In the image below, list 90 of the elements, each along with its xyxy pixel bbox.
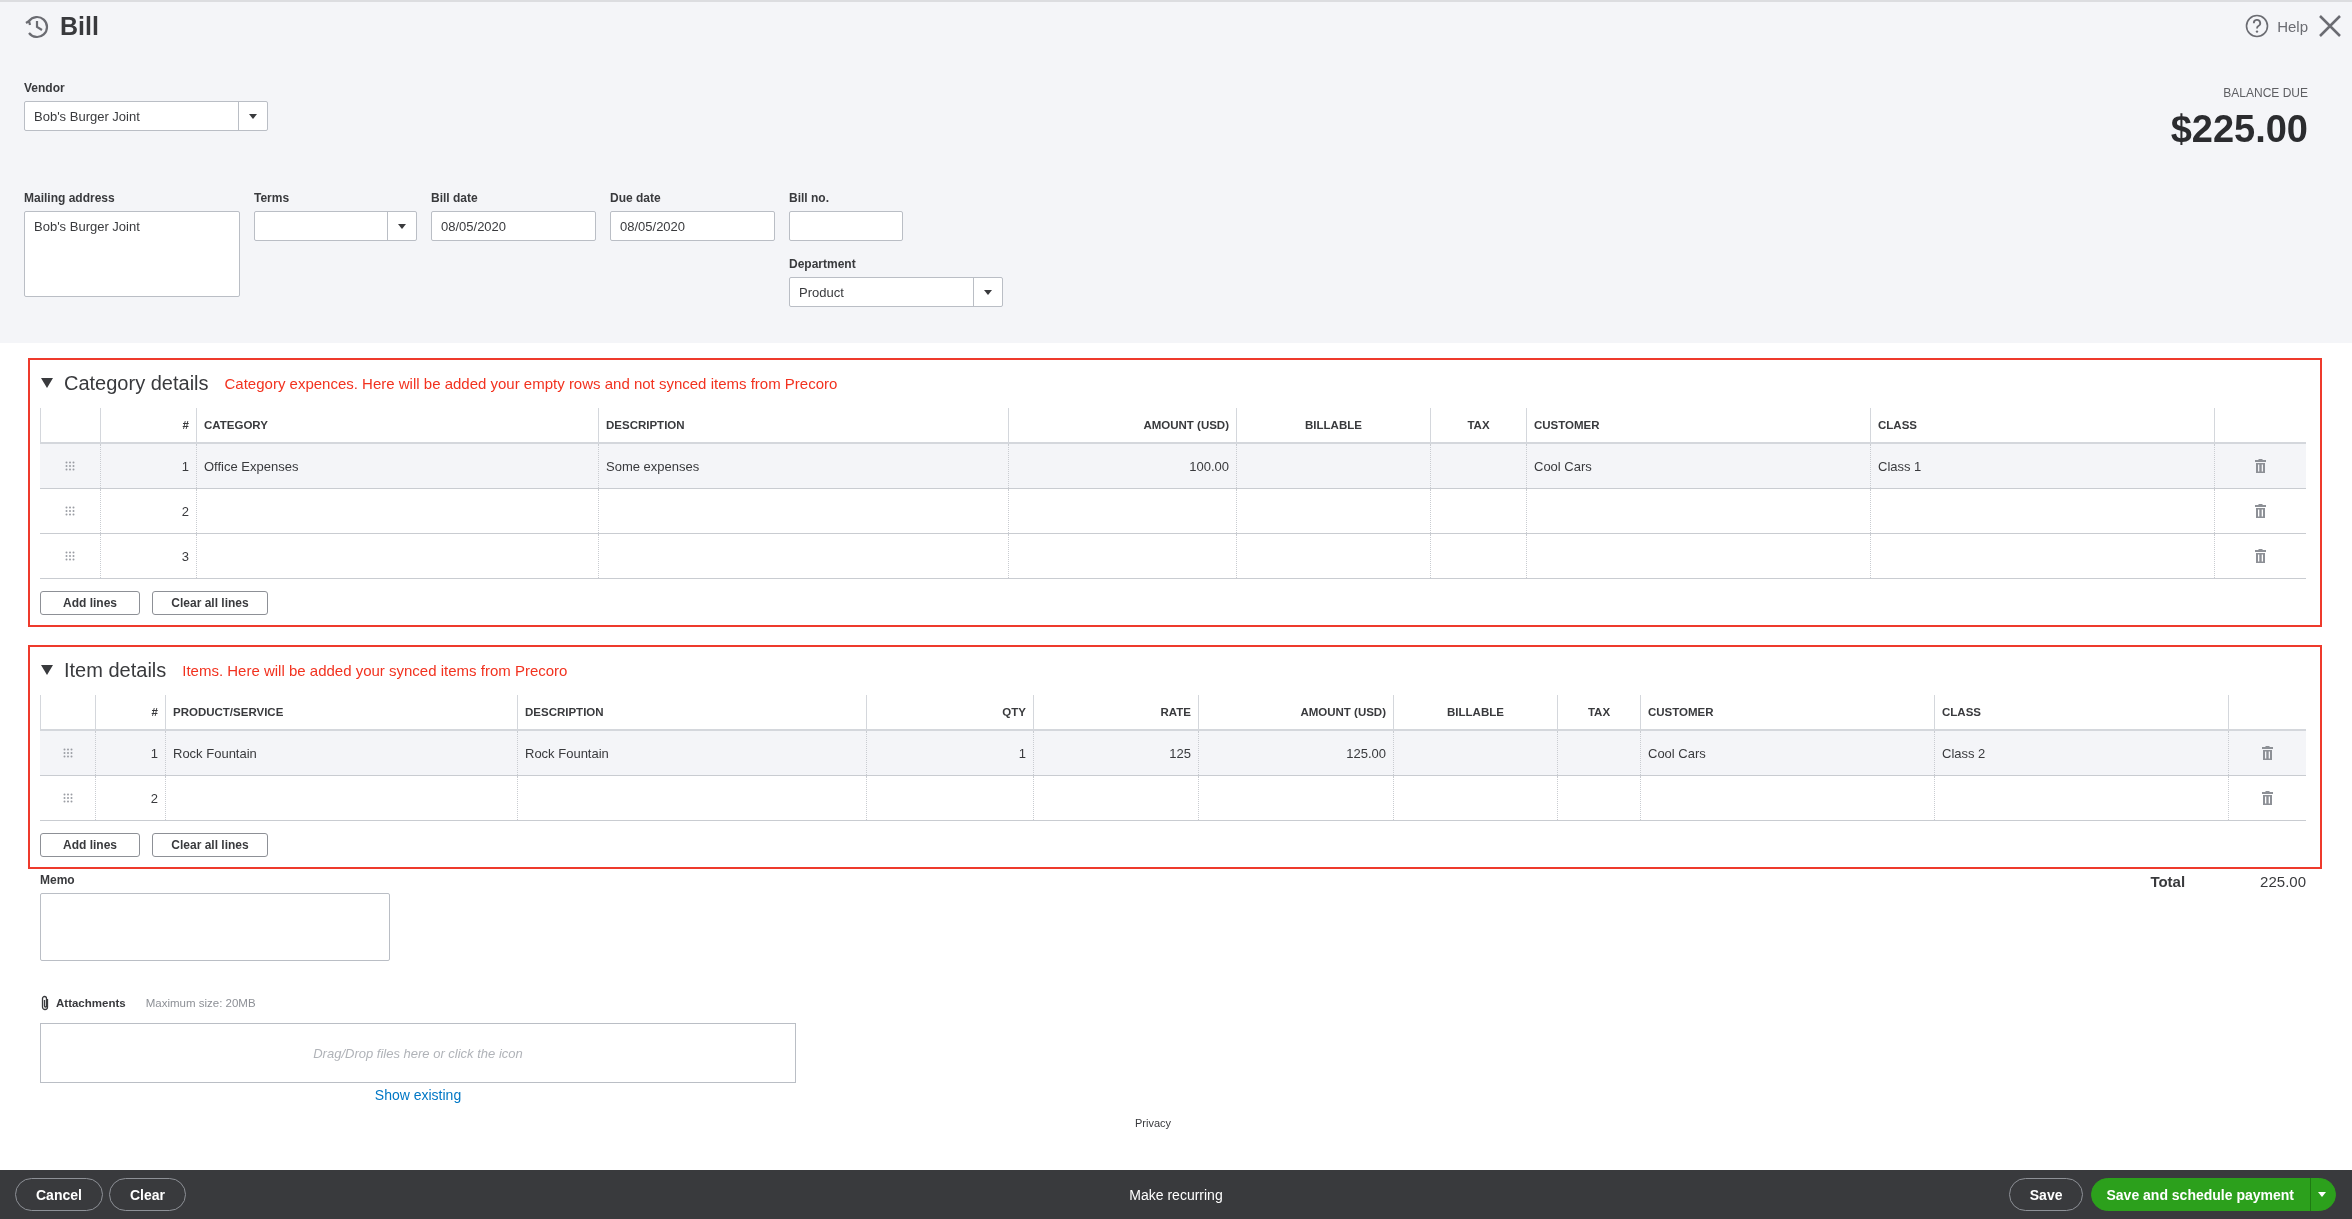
- field-label: Department: [789, 257, 856, 271]
- memo-field[interactable]: [40, 893, 390, 961]
- bill-title: Bill: [60, 12, 99, 41]
- attachments-label: Attachments: [56, 997, 126, 1009]
- column-header: QTY: [866, 695, 1033, 729]
- column-header: #: [100, 408, 196, 442]
- field-label: Due date: [610, 191, 661, 205]
- add-lines-button[interactable]: Add lines: [40, 591, 140, 615]
- field-label: Bill no.: [789, 191, 829, 205]
- column-header: AMOUNT (USD): [1198, 695, 1393, 729]
- field-label: Bill date: [431, 191, 478, 205]
- field-label: Memo: [40, 873, 75, 887]
- add-lines-button[interactable]: Add lines: [40, 833, 140, 857]
- trash-icon[interactable]: [2255, 549, 2266, 563]
- section-title: Category details: [64, 371, 209, 395]
- row-number: 2: [100, 489, 196, 533]
- table-cell: 125: [1033, 731, 1198, 775]
- column-header: CLASS: [1870, 408, 2214, 442]
- field-label: Vendor: [24, 81, 65, 95]
- size-limit-text: Maximum size: 20MB: [145, 997, 256, 1009]
- column-header: CUSTOMER: [1640, 695, 1934, 729]
- trash-icon[interactable]: [2262, 791, 2273, 805]
- caret-icon: [397, 222, 407, 230]
- trash-icon[interactable]: [2255, 504, 2266, 518]
- department-dropdown[interactable]: Product: [789, 277, 1003, 307]
- row-number: 1: [95, 731, 165, 775]
- collapse-triangle-icon[interactable]: [40, 377, 54, 389]
- column-header: AMOUNT (USD): [1008, 408, 1236, 442]
- field-label: Terms: [254, 191, 290, 205]
- address-field[interactable]: Bob's Burger Joint: [24, 211, 240, 297]
- table-cell: Rock Fountain: [517, 731, 866, 775]
- terms-dropdown[interactable]: [254, 211, 417, 241]
- table-cell: Cool Cars: [1526, 444, 1870, 488]
- trash-icon[interactable]: [2262, 746, 2273, 760]
- column-header: BILLABLE: [1236, 408, 1430, 442]
- column-header: CLASS: [1934, 695, 2228, 729]
- show-existing-link[interactable]: Show existing: [374, 1087, 462, 1103]
- trash-icon[interactable]: [2255, 459, 2266, 473]
- clock-icon: [24, 13, 50, 40]
- table-cell: Office Expenses: [196, 444, 598, 488]
- column-header: TAX: [1430, 408, 1526, 442]
- column-header: CATEGORY: [196, 408, 598, 442]
- clear-lines-button[interactable]: Clear all lines: [152, 591, 268, 615]
- drag-handle-icon[interactable]: [65, 506, 75, 516]
- balance-amount: $225.00: [2170, 108, 2308, 151]
- table-cell: Cool Cars: [1640, 731, 1934, 775]
- help-link[interactable]: Help: [2245, 14, 2308, 38]
- caret-icon: [248, 112, 258, 120]
- row-number: 2: [95, 776, 165, 820]
- balance-label: BALANCE DUE: [2222, 86, 2308, 100]
- column-header: RATE: [1033, 695, 1198, 729]
- drag-handle-icon[interactable]: [62, 793, 73, 803]
- clear-lines-button[interactable]: Clear all lines: [152, 833, 268, 857]
- row-number: 1: [100, 444, 196, 488]
- total-label: Total: [2150, 873, 2186, 890]
- table-cell: Class 2: [1934, 731, 2228, 775]
- table-cell: Rock Fountain: [165, 731, 517, 775]
- table-cell: Class 1: [1870, 444, 2214, 488]
- table-cell: 100.00: [1008, 444, 1236, 488]
- section-title: Item details: [64, 658, 167, 682]
- caret-icon: [2317, 1191, 2327, 1198]
- caret-icon: [983, 288, 993, 296]
- column-header: CUSTOMER: [1526, 408, 1870, 442]
- column-header: TAX: [1557, 695, 1640, 729]
- table-cell: 1: [866, 731, 1033, 775]
- text-field[interactable]: 08/05/2020: [431, 211, 596, 241]
- table-cell: Some expenses: [598, 444, 1008, 488]
- drag-handle-icon[interactable]: [62, 748, 73, 758]
- table-cell: 125.00: [1198, 731, 1393, 775]
- paperclip-icon: [40, 995, 50, 1011]
- drag-handle-icon[interactable]: [65, 461, 75, 471]
- text-field[interactable]: [789, 211, 903, 241]
- help-icon: [2245, 14, 2270, 38]
- total-amount: 225.00: [2260, 873, 2306, 890]
- row-number: 3: [100, 534, 196, 578]
- drag-handle-icon[interactable]: [65, 551, 75, 561]
- annotation-note: Category expences. Here will be added your empty rows and not synced items from Precoro: [224, 374, 838, 392]
- close-icon[interactable]: [2318, 14, 2342, 38]
- annotation-note: Items. Here will be added your synced items from Precoro: [182, 661, 568, 679]
- column-header: PRODUCT/SERVICE: [165, 695, 517, 729]
- privacy-link[interactable]: Privacy: [1134, 1117, 1172, 1129]
- text-field[interactable]: 08/05/2020: [610, 211, 775, 241]
- column-header: #: [95, 695, 165, 729]
- make-recurring-link[interactable]: Make recurring: [1129, 1186, 1223, 1203]
- field-label: Mailing address: [24, 191, 115, 205]
- column-header: DESCRIPTION: [517, 695, 866, 729]
- collapse-triangle-icon[interactable]: [40, 664, 54, 676]
- column-header: DESCRIPTION: [598, 408, 1008, 442]
- vendor-dropdown[interactable]: Bob's Burger Joint: [24, 101, 268, 131]
- column-header: BILLABLE: [1393, 695, 1557, 729]
